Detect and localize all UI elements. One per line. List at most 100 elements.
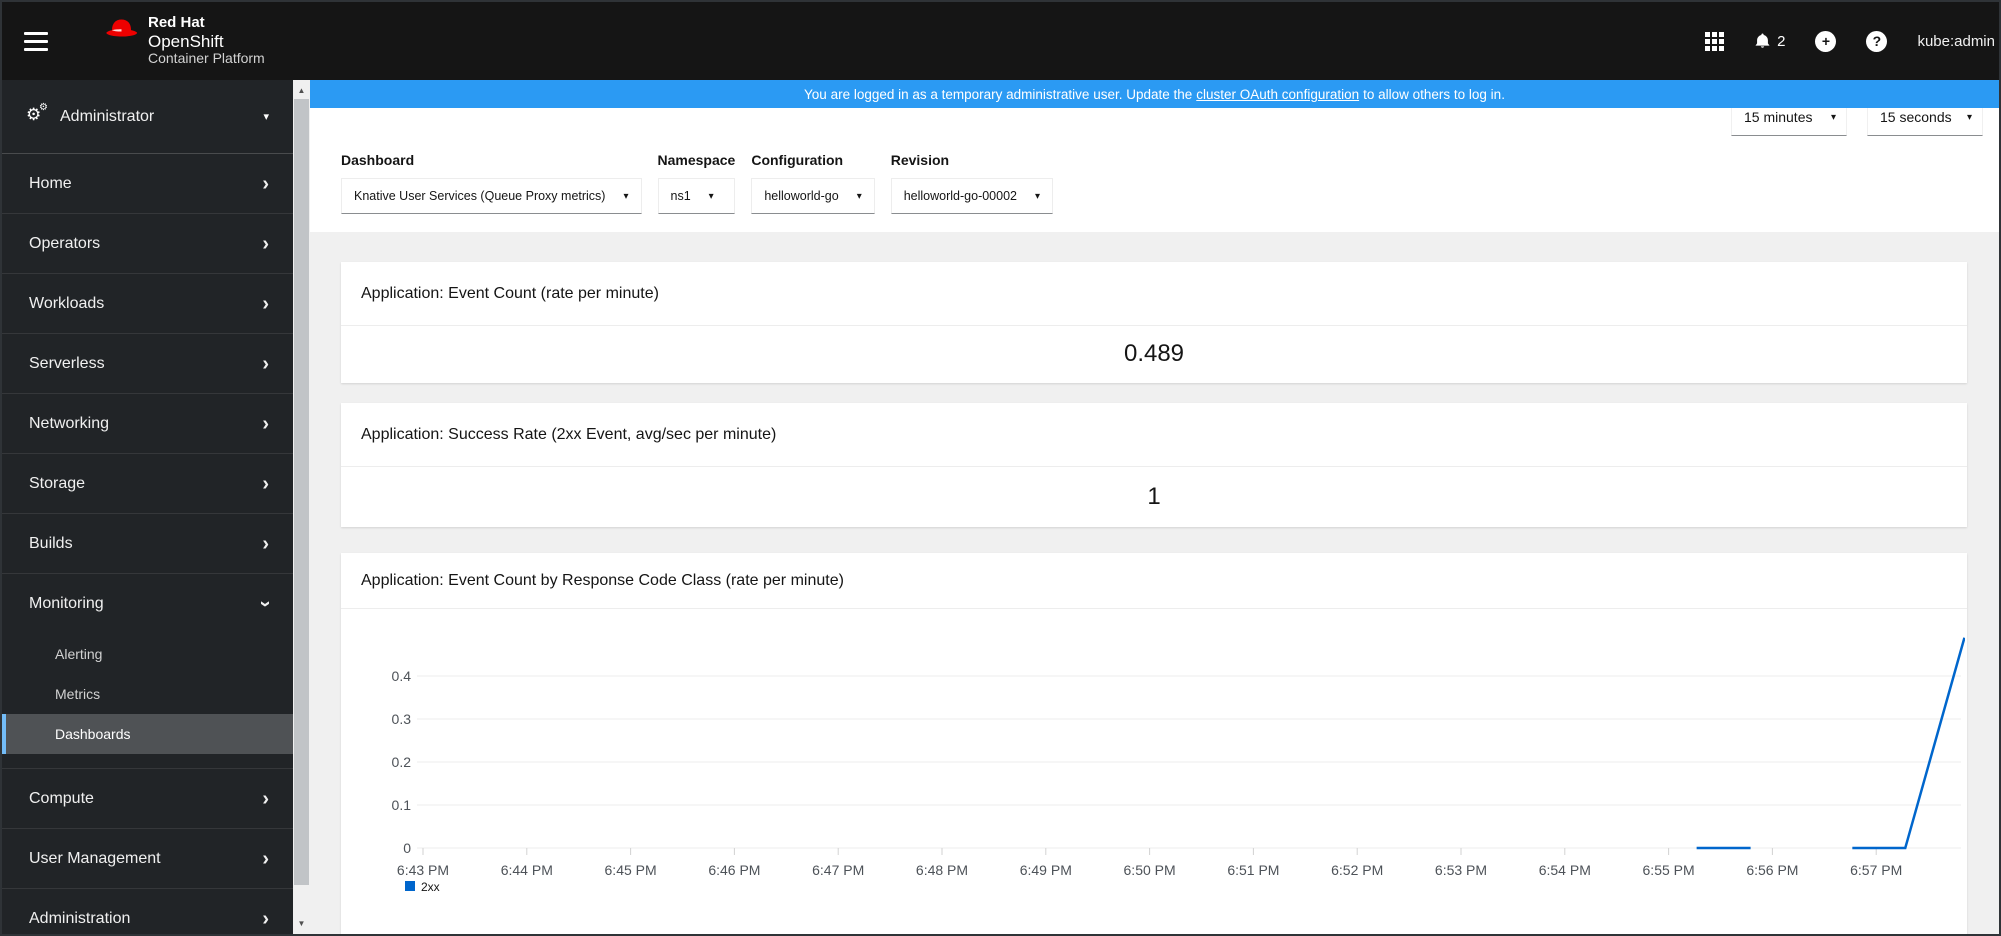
sidebar-item-home[interactable]: Home › [2, 154, 293, 214]
brand-openshift: OpenShift [148, 32, 224, 52]
scroll-down-arrow-icon[interactable]: ▼ [293, 915, 310, 932]
sidebar-item-compute[interactable]: Compute › [2, 769, 293, 829]
chevron-right-icon: › [262, 232, 269, 255]
series-line-2xx [1852, 637, 1966, 850]
sidebar-item-serverless[interactable]: Serverless › [2, 334, 293, 394]
sidebar-item-storage[interactable]: Storage › [2, 454, 293, 514]
y-tick-label: 0.4 [392, 668, 412, 684]
menu-toggle-icon[interactable] [20, 26, 52, 57]
x-tick-label: 6:56 PM [1746, 862, 1798, 878]
sidebar-item-operators[interactable]: Operators › [2, 214, 293, 274]
notifications-button[interactable]: 2 [1754, 32, 1785, 50]
perspective-label: Administrator [60, 107, 155, 125]
x-tick-label: 6:46 PM [708, 862, 760, 878]
x-tick-label: 6:47 PM [812, 862, 864, 878]
sidebar-item-user-management[interactable]: User Management › [2, 829, 293, 889]
app-launcher-icon[interactable] [1705, 31, 1725, 51]
x-tick-label: 6:53 PM [1435, 862, 1487, 878]
sidebar-item-workloads[interactable]: Workloads › [2, 274, 293, 334]
sidebar-item-alerting[interactable]: Alerting [2, 634, 293, 674]
legend-label: 2xx [421, 880, 440, 894]
chevron-right-icon: › [262, 352, 269, 375]
dashboard-cards: Application: Event Count (rate per minut… [310, 232, 1999, 934]
chevron-right-icon: › [262, 292, 269, 315]
y-tick-label: 0.2 [392, 754, 412, 770]
notification-count-badge: 2 [1777, 32, 1786, 50]
chevron-right-icon: › [262, 172, 269, 195]
sidebar-item-dashboards[interactable]: Dashboards [2, 714, 293, 754]
event-count-value: 0.489 [1123, 340, 1185, 367]
configuration-select[interactable]: helloworld-go ▾ [751, 178, 875, 214]
cluster-oauth-configuration-link[interactable]: cluster OAuth configuration [1196, 87, 1359, 102]
chevron-right-icon: › [262, 787, 269, 810]
sidebar-nav: ⚙ ⚙ Administrator ▾ Home › Operators › Work… [2, 80, 293, 934]
brand-logo[interactable]: Red Hat OpenShift Container Platform [104, 14, 265, 67]
caret-down-icon: ▾ [263, 111, 269, 123]
caret-down-icon: ▾ [1830, 111, 1836, 123]
user-menu[interactable]: kube:admin [1917, 33, 1995, 50]
revision-select[interactable]: helloworld-go-00002 ▾ [890, 178, 1054, 214]
brand-container-platform: Container Platform [148, 50, 265, 67]
perspective-switcher[interactable]: ⚙ ⚙ Administrator ▾ [2, 80, 293, 154]
response-code-chart-card: Application: Event Count by Response Cod… [341, 553, 1967, 934]
sidebar-item-metrics[interactable]: Metrics [2, 674, 293, 714]
caret-down-icon: ▾ [856, 190, 862, 202]
x-tick-label: 6:48 PM [916, 862, 968, 878]
chevron-down-icon: › [254, 600, 277, 608]
namespace-select[interactable]: ns1 ▾ [657, 178, 736, 214]
x-tick-label: 6:55 PM [1643, 862, 1695, 878]
x-tick-label: 6:45 PM [605, 862, 657, 878]
chevron-right-icon: › [262, 472, 269, 495]
chevron-right-icon: › [262, 532, 269, 555]
login-notice-banner: You are logged in as a temporary adminis… [310, 80, 1999, 108]
import-plus-button[interactable]: + [1815, 30, 1837, 52]
dashboard-filter-label: Dashboard [341, 152, 415, 168]
y-tick-label: 0.1 [392, 797, 412, 813]
sidebar-item-administration[interactable]: Administration › [2, 889, 293, 934]
y-tick-label: 0 [403, 840, 411, 856]
x-tick-label: 6:50 PM [1124, 862, 1176, 878]
scroll-up-arrow-icon[interactable]: ▲ [293, 82, 310, 99]
chevron-right-icon: › [262, 907, 269, 930]
brand-redhat: Red Hat [148, 14, 205, 32]
sidebar-item-networking[interactable]: Networking › [2, 394, 293, 454]
caret-down-icon: ▾ [1035, 190, 1041, 202]
x-tick-label: 6:49 PM [1020, 862, 1072, 878]
event-count-card-title: Application: Event Count (rate per minut… [361, 284, 659, 302]
x-tick-label: 6:51 PM [1227, 862, 1279, 878]
event-count-card: Application: Event Count (rate per minut… [341, 262, 1967, 383]
openshift-console: { "masthead": { "brand": { "line1": "Red… [0, 0, 2001, 936]
scrollbar-thumb[interactable] [294, 99, 309, 885]
masthead: Red Hat OpenShift Container Platform 2 +… [2, 2, 1999, 80]
y-tick-label: 0.3 [392, 711, 412, 727]
sidebar-item-monitoring[interactable]: Monitoring › [2, 574, 293, 634]
x-tick-label: 6:57 PM [1850, 862, 1902, 878]
caret-down-icon: ▾ [623, 190, 629, 202]
event-count-line-chart: 0 0.1 0.2 0.3 0.4 6:43 PM 6:44 PM 6:45 PM 6:46 P… [392, 637, 1966, 894]
sidebar-group-monitoring: Monitoring › Alerting Metrics Dashboards [2, 574, 293, 769]
vertical-scrollbar: ▲ ▼ [293, 80, 310, 934]
cogs-icon: ⚙ ⚙ [26, 101, 48, 125]
sidebar-item-builds[interactable]: Builds › [2, 514, 293, 574]
x-tick-label: 6:52 PM [1331, 862, 1383, 878]
chevron-right-icon: › [262, 412, 269, 435]
caret-down-icon: ▾ [1966, 111, 1972, 123]
x-tick-label: 6:54 PM [1539, 862, 1591, 878]
x-tick-label: 6:43 PM [397, 862, 449, 878]
response-code-chart-title: Application: Event Count by Response Cod… [361, 571, 844, 589]
success-rate-card: Application: Success Rate (2xx Event, av… [341, 403, 1967, 527]
banner-text-before: You are logged in as a temporary adminis… [804, 86, 1193, 102]
redhat-fedora-icon [106, 19, 138, 37]
success-rate-card-title: Application: Success Rate (2xx Event, av… [361, 425, 777, 443]
success-rate-value: 1 [1147, 482, 1161, 510]
main-content: You are logged in as a temporary adminis… [310, 80, 1999, 934]
x-tick-label: 6:44 PM [501, 862, 553, 878]
banner-text-after: to allow others to log in. [1363, 86, 1505, 102]
revision-filter-label: Revision [890, 152, 950, 168]
caret-down-icon: ▾ [708, 190, 714, 202]
bell-icon [1755, 33, 1770, 48]
legend-swatch [405, 881, 415, 891]
dashboard-select[interactable]: Knative User Services (Queue Proxy metri… [341, 178, 642, 214]
help-button[interactable]: ? [1866, 30, 1888, 52]
configuration-filter-label: Configuration [751, 152, 844, 168]
